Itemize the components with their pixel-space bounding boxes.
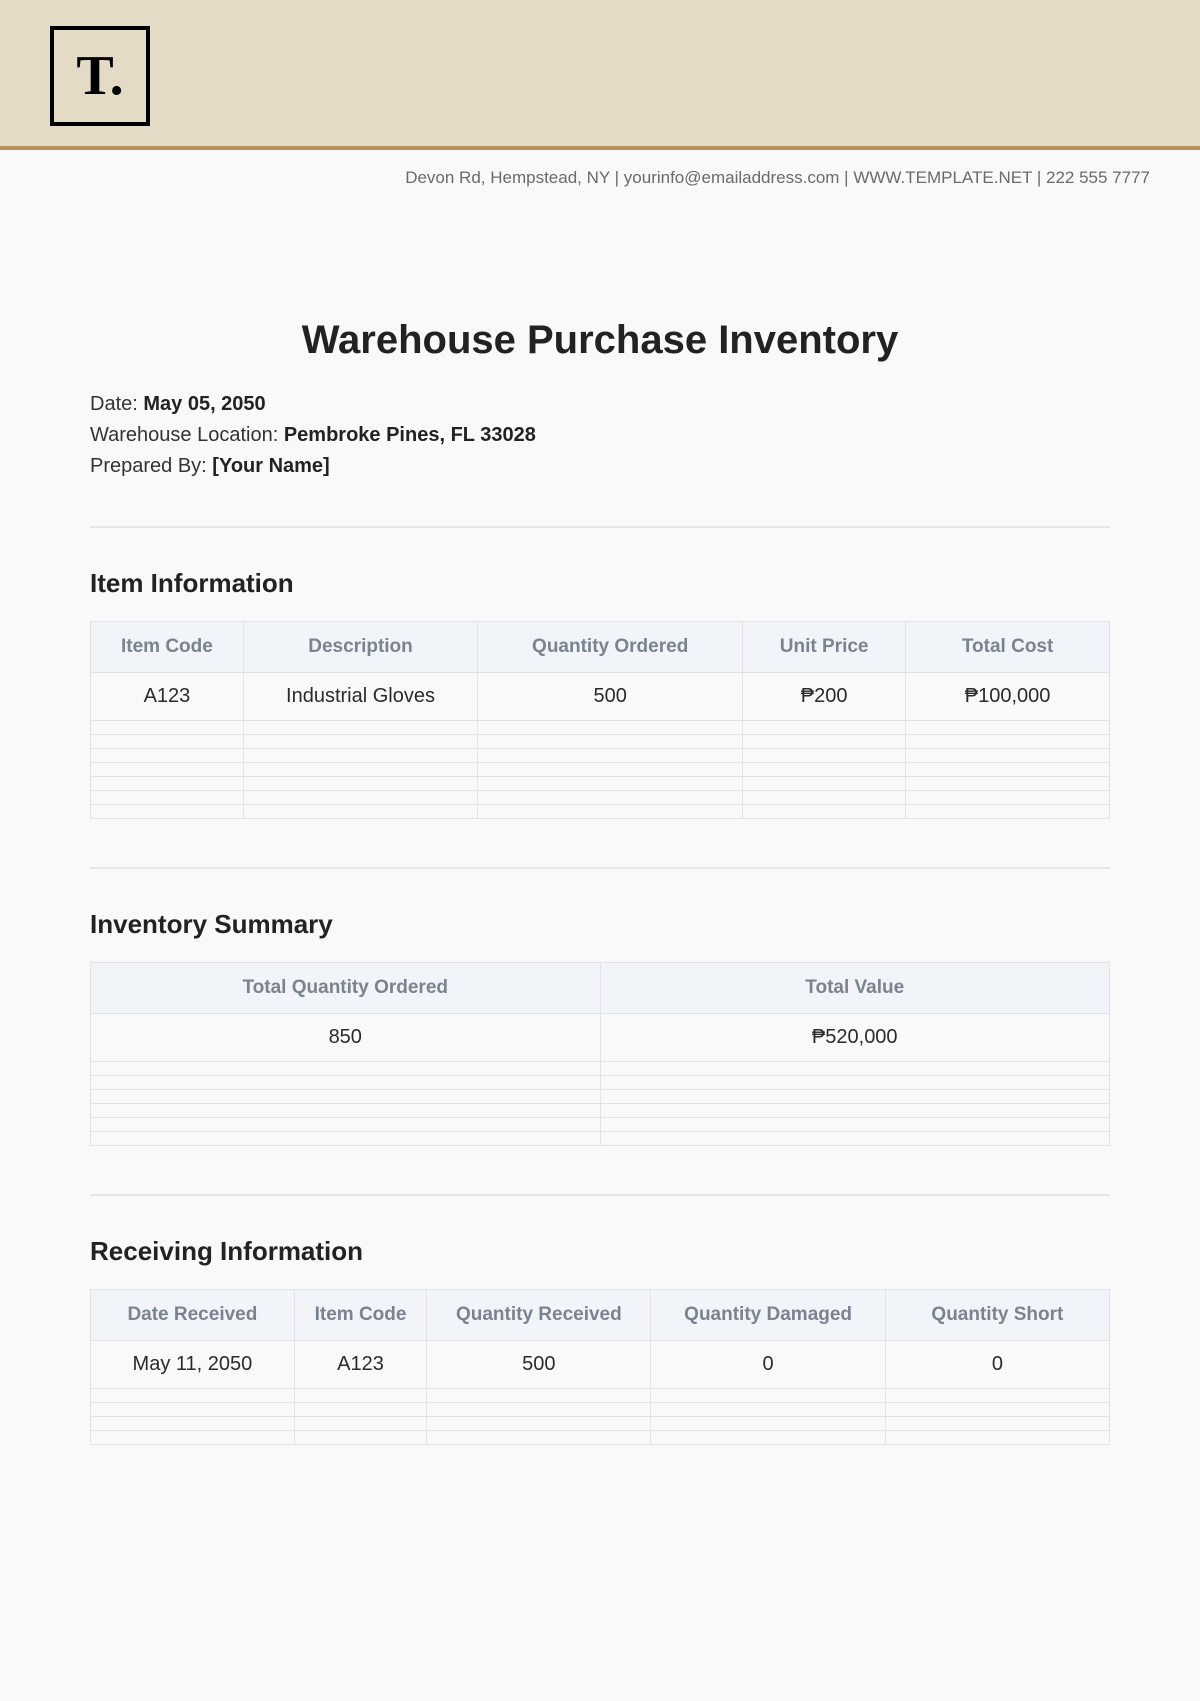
cell-total-value: ₱520,000 bbox=[600, 1014, 1110, 1062]
table-header-row: Item Code Description Quantity Ordered U… bbox=[91, 622, 1110, 673]
table-row bbox=[91, 1076, 1110, 1090]
col-date-received: Date Received bbox=[91, 1290, 295, 1341]
col-qty-short: Quantity Short bbox=[885, 1290, 1109, 1341]
summary-heading: Inventory Summary bbox=[90, 909, 1110, 940]
receiving-heading: Receiving Information bbox=[90, 1236, 1110, 1267]
meta-date: Date: May 05, 2050 bbox=[90, 393, 1110, 416]
table-row bbox=[91, 791, 1110, 805]
table-row bbox=[91, 721, 1110, 735]
logo-icon: T. bbox=[50, 26, 150, 126]
table-row bbox=[91, 1403, 1110, 1417]
table-row bbox=[91, 749, 1110, 763]
table-row bbox=[91, 1417, 1110, 1431]
meta-prepared-value: [Your Name] bbox=[212, 455, 329, 477]
table-row: 850 ₱520,000 bbox=[91, 1014, 1110, 1062]
cell-qty-received: 500 bbox=[427, 1341, 651, 1389]
cell-item-code: A123 bbox=[91, 673, 244, 721]
cell-qty-short: 0 bbox=[885, 1341, 1109, 1389]
col-description: Description bbox=[243, 622, 477, 673]
col-qty-damaged: Quantity Damaged bbox=[651, 1290, 885, 1341]
cell-date-received: May 11, 2050 bbox=[91, 1341, 295, 1389]
meta-date-value: May 05, 2050 bbox=[143, 393, 265, 415]
header-banner: T. bbox=[0, 0, 1200, 150]
col-total-value: Total Value bbox=[600, 963, 1110, 1014]
table-row bbox=[91, 1431, 1110, 1445]
col-unit-price: Unit Price bbox=[743, 622, 906, 673]
summary-table: Total Quantity Ordered Total Value 850 ₱… bbox=[90, 962, 1110, 1146]
item-info-table: Item Code Description Quantity Ordered U… bbox=[90, 621, 1110, 819]
section-divider bbox=[90, 867, 1110, 869]
col-total-qty: Total Quantity Ordered bbox=[91, 963, 601, 1014]
cell-total-qty: 850 bbox=[91, 1014, 601, 1062]
table-row bbox=[91, 735, 1110, 749]
table-row: May 11, 2050 A123 500 0 0 bbox=[91, 1341, 1110, 1389]
table-row bbox=[91, 1389, 1110, 1403]
meta-location-label: Warehouse Location: bbox=[90, 424, 284, 446]
cell-item-code: A123 bbox=[294, 1341, 426, 1389]
cell-total-cost: ₱100,000 bbox=[906, 673, 1110, 721]
table-header-row: Date Received Item Code Quantity Receive… bbox=[91, 1290, 1110, 1341]
cell-unit-price: ₱200 bbox=[743, 673, 906, 721]
table-row bbox=[91, 1132, 1110, 1146]
col-item-code: Item Code bbox=[294, 1290, 426, 1341]
table-row bbox=[91, 1118, 1110, 1132]
document-body: Warehouse Purchase Inventory Date: May 0… bbox=[0, 198, 1200, 1485]
table-header-row: Total Quantity Ordered Total Value bbox=[91, 963, 1110, 1014]
item-info-heading: Item Information bbox=[90, 568, 1110, 599]
meta-prepared-label: Prepared By: bbox=[90, 455, 212, 477]
table-row bbox=[91, 1090, 1110, 1104]
table-row bbox=[91, 1104, 1110, 1118]
contact-info-line: Devon Rd, Hempstead, NY | yourinfo@email… bbox=[0, 150, 1200, 198]
page-title: Warehouse Purchase Inventory bbox=[90, 318, 1110, 363]
section-divider bbox=[90, 1194, 1110, 1196]
meta-prepared: Prepared By: [Your Name] bbox=[90, 455, 1110, 478]
meta-location: Warehouse Location: Pembroke Pines, FL 3… bbox=[90, 424, 1110, 447]
cell-qty-damaged: 0 bbox=[651, 1341, 885, 1389]
meta-date-label: Date: bbox=[90, 393, 143, 415]
table-row bbox=[91, 777, 1110, 791]
receiving-table: Date Received Item Code Quantity Receive… bbox=[90, 1289, 1110, 1445]
col-qty-ordered: Quantity Ordered bbox=[478, 622, 743, 673]
col-item-code: Item Code bbox=[91, 622, 244, 673]
col-qty-received: Quantity Received bbox=[427, 1290, 651, 1341]
table-row bbox=[91, 805, 1110, 819]
table-row bbox=[91, 1062, 1110, 1076]
cell-description: Industrial Gloves bbox=[243, 673, 477, 721]
section-divider bbox=[90, 526, 1110, 528]
table-row bbox=[91, 763, 1110, 777]
col-total-cost: Total Cost bbox=[906, 622, 1110, 673]
cell-qty-ordered: 500 bbox=[478, 673, 743, 721]
meta-location-value: Pembroke Pines, FL 33028 bbox=[284, 424, 536, 446]
table-row: A123 Industrial Gloves 500 ₱200 ₱100,000 bbox=[91, 673, 1110, 721]
